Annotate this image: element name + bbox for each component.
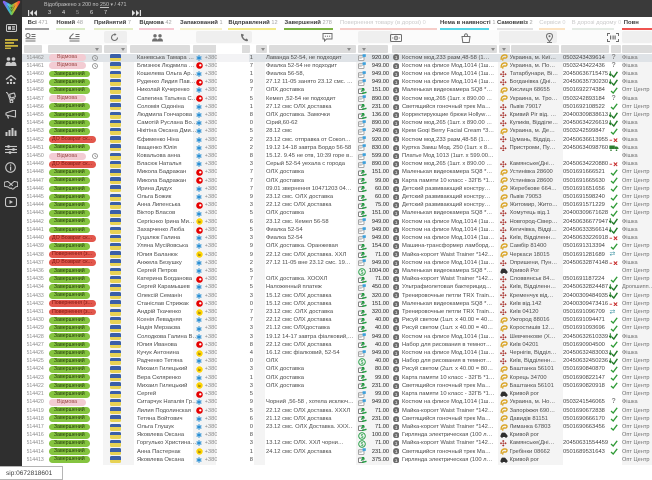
svg-text:1: 1 [394,88,397,93]
svg-text:2: 2 [394,367,397,372]
svg-text:1: 1 [394,458,397,463]
svg-text:lc: lc [198,367,201,372]
svg-text:1: 1 [394,302,397,307]
svg-text:1: 1 [394,137,397,142]
svg-text:1: 1 [394,326,397,331]
svg-text:lc: lc [198,383,201,388]
svg-text:1: 1 [394,318,397,323]
svg-text:1: 1 [394,170,397,175]
svg-text:lc: lc [198,252,201,257]
svg-text:1: 1 [394,376,397,381]
svg-text:1: 1 [394,179,397,184]
svg-text:1: 1 [394,392,397,397]
svg-text:1: 1 [394,343,397,348]
svg-text:1: 1 [394,441,397,446]
svg-text:1: 1 [394,335,397,340]
svg-text:1: 1 [394,351,397,356]
svg-text:1: 1 [394,96,397,101]
svg-text:1: 1 [394,236,397,241]
svg-text:1: 1 [394,244,397,249]
svg-text:1: 1 [394,113,397,118]
svg-text:1: 1 [394,417,397,422]
svg-text:1: 1 [394,146,397,151]
svg-text:lc: lc [198,449,201,454]
svg-text:1: 1 [394,105,397,110]
svg-text:lc: lc [198,351,201,356]
svg-text:1: 1 [394,449,397,454]
svg-text:1: 1 [394,277,397,282]
svg-text:1: 1 [394,252,397,257]
svg-text:lc: lc [198,219,201,224]
svg-text:1: 1 [394,228,397,233]
svg-text:1: 1 [394,64,397,69]
svg-text:1: 1 [394,187,397,192]
svg-text:1: 1 [394,408,397,413]
svg-text:2: 2 [394,269,397,274]
svg-text:1: 1 [394,55,397,60]
svg-text:1: 1 [394,154,397,159]
svg-text:1: 1 [394,359,397,364]
svg-text:1: 1 [394,261,397,266]
svg-text:1: 1 [394,121,397,126]
svg-text:1: 1 [394,203,397,208]
svg-text:1: 1 [394,195,397,200]
svg-text:1: 1 [394,220,397,225]
svg-text:1: 1 [394,162,397,167]
svg-text:1: 1 [394,433,397,438]
svg-text:1: 1 [394,285,397,290]
svg-text:1: 1 [394,80,397,85]
svg-text:1: 1 [394,400,397,405]
svg-text:1: 1 [394,72,397,77]
svg-text:1: 1 [394,293,397,298]
svg-text:1: 1 [394,310,397,315]
svg-text:1: 1 [394,211,397,216]
svg-text:1: 1 [394,129,397,134]
svg-text:1: 1 [394,425,397,430]
svg-text:lc: lc [198,310,201,315]
svg-text:1: 1 [394,384,397,389]
